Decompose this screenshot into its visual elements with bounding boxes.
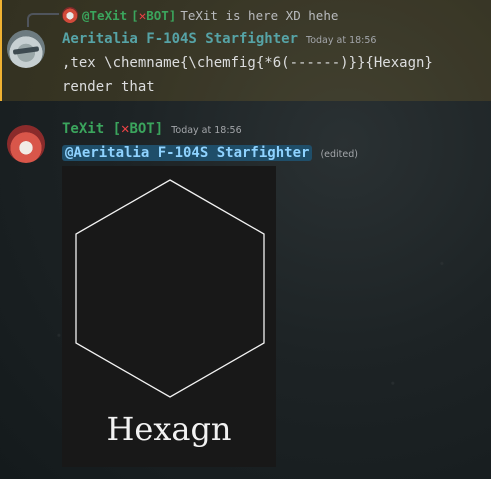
user-mention[interactable]: @Aeritalia F-104S Starfighter bbox=[62, 145, 313, 161]
bot-author-name[interactable]: TeXit [✕BOT] bbox=[62, 121, 163, 137]
message-header: Aeritalia F-104S Starfighter Today at 18… bbox=[62, 31, 376, 47]
rendered-caption: Hexagn bbox=[106, 410, 232, 448]
timestamp: Today at 18:56 bbox=[171, 125, 242, 136]
timestamp: Today at 18:56 bbox=[306, 35, 377, 46]
reply-preview[interactable]: @TeXit [✕BOT] TeXit is here XD hehe bbox=[62, 6, 338, 24]
user-avatar[interactable] bbox=[7, 30, 45, 68]
reply-connector bbox=[27, 13, 59, 27]
author-name[interactable]: Aeritalia F-104S Starfighter bbox=[62, 31, 298, 47]
reply-bot-badge: [✕BOT] bbox=[131, 7, 177, 23]
message-header: TeXit [✕BOT] Today at 18:56 bbox=[62, 121, 242, 137]
texit-mini-avatar bbox=[62, 7, 78, 23]
reply-mention[interactable]: @TeXit bbox=[82, 8, 127, 23]
hexagon-shape bbox=[75, 179, 265, 398]
mention-row: @Aeritalia F-104S Starfighter (edited) bbox=[62, 145, 358, 161]
message-line: render that bbox=[62, 79, 155, 95]
reply-text: TeXit is here XD hehe bbox=[180, 7, 339, 23]
message-line: ,tex \chemname{\chemfig{*6(------)}}{Hex… bbox=[62, 55, 433, 71]
edited-label: (edited) bbox=[320, 149, 358, 160]
bot-avatar[interactable] bbox=[7, 125, 45, 163]
